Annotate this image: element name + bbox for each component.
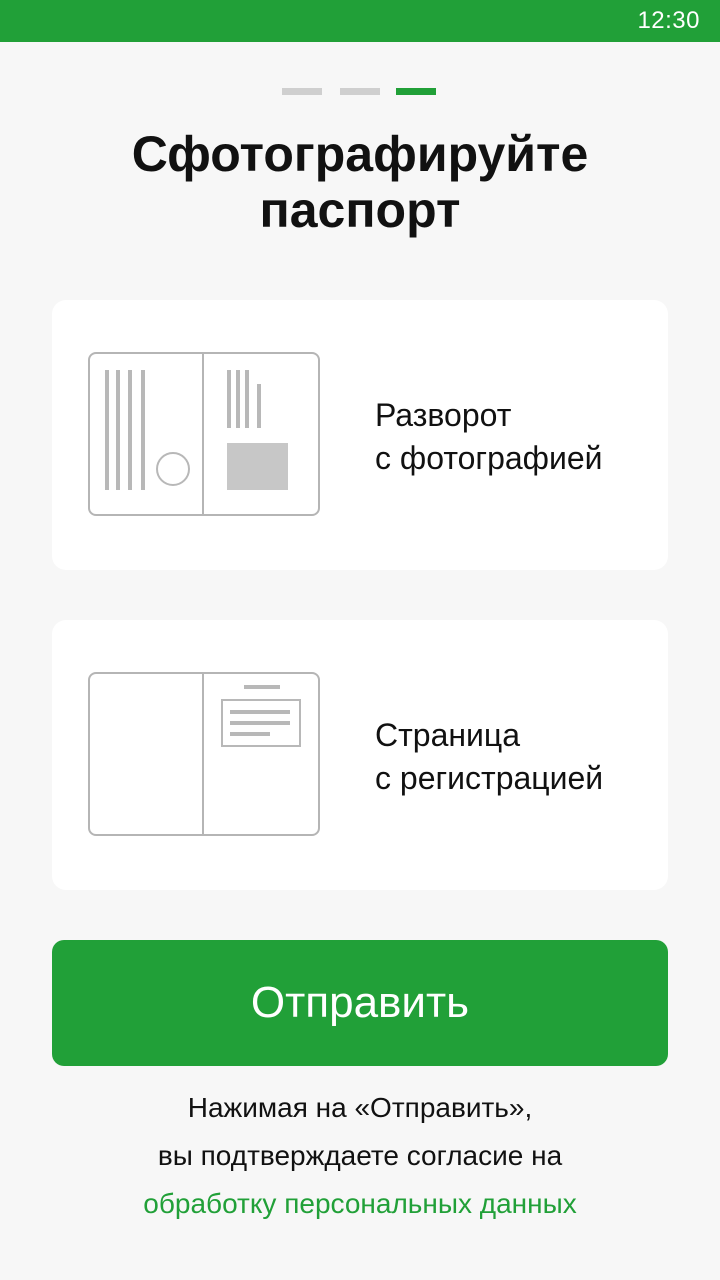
passport-registration-page-icon — [88, 672, 320, 836]
photo-spread-label: Разворот с фотографией — [375, 394, 603, 480]
photo-spread-card[interactable]: Разворот с фотографией — [52, 300, 668, 570]
page-title-line1: Сфотографируйте — [131, 126, 589, 182]
submit-button[interactable]: Отправить — [52, 940, 668, 1066]
step-indicator-1 — [282, 88, 322, 95]
photo-spread-label-line2: с фотографией — [375, 440, 603, 476]
consent-line2: вы подтверждаете согласие на — [157, 1140, 563, 1171]
passport-photo-spread-icon — [88, 352, 320, 516]
step-indicator-3-active — [396, 88, 436, 95]
registration-page-label-line2: с регистрацией — [375, 760, 604, 796]
registration-page-label: Страница с регистрацией — [375, 714, 603, 800]
status-bar: 12:30 — [0, 0, 720, 42]
page-title-line2: паспорт — [259, 182, 461, 238]
status-time: 12:30 — [637, 7, 700, 34]
personal-data-processing-link[interactable]: обработку персональных данных — [143, 1188, 576, 1219]
registration-page-card[interactable]: Страница с регистрацией — [52, 620, 668, 890]
registration-page-label-line1: Страница — [375, 717, 521, 753]
photo-spread-label-line1: Разворот — [375, 397, 512, 433]
step-indicator-2 — [340, 88, 380, 95]
consent-line1: Нажимая на «Отправить», — [187, 1092, 533, 1123]
consent-text: Нажимая на «Отправить», вы подтверждаете… — [40, 1084, 680, 1228]
page-title: Сфотографируйте паспорт — [60, 126, 660, 238]
